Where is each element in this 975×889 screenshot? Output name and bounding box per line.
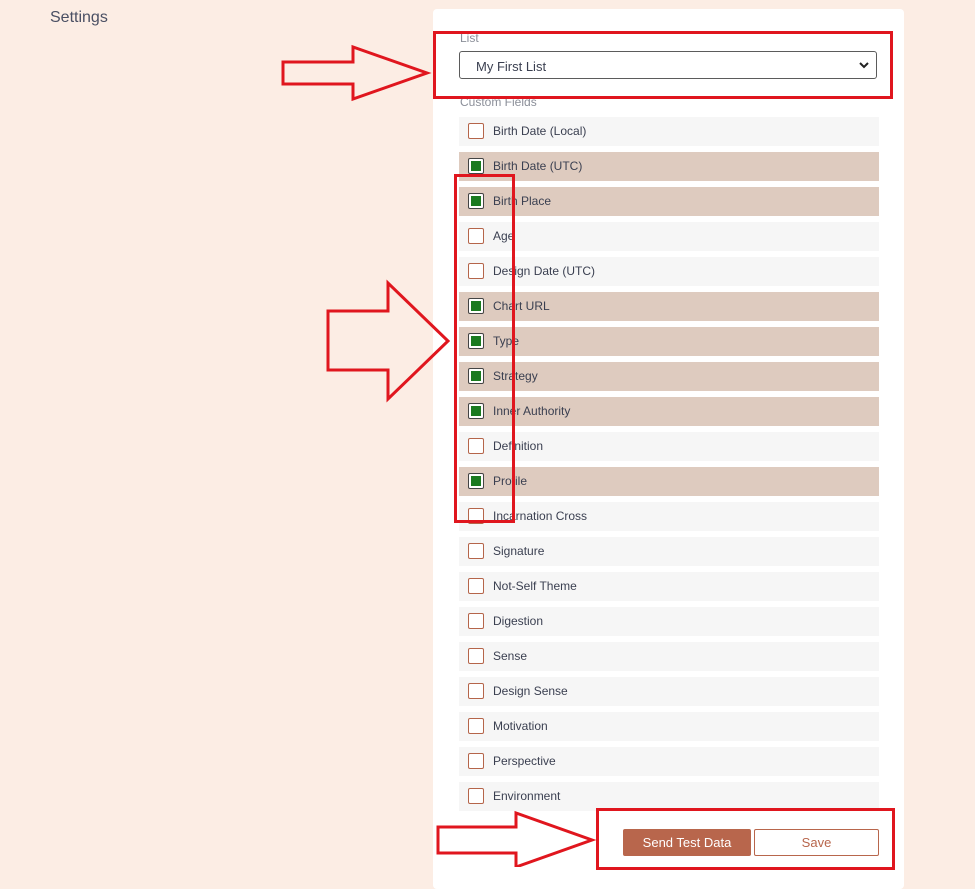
arrow-icon bbox=[436, 810, 597, 867]
arrow-icon bbox=[326, 279, 451, 403]
annotation-arrows bbox=[281, 44, 597, 867]
arrow-icon bbox=[281, 44, 432, 102]
